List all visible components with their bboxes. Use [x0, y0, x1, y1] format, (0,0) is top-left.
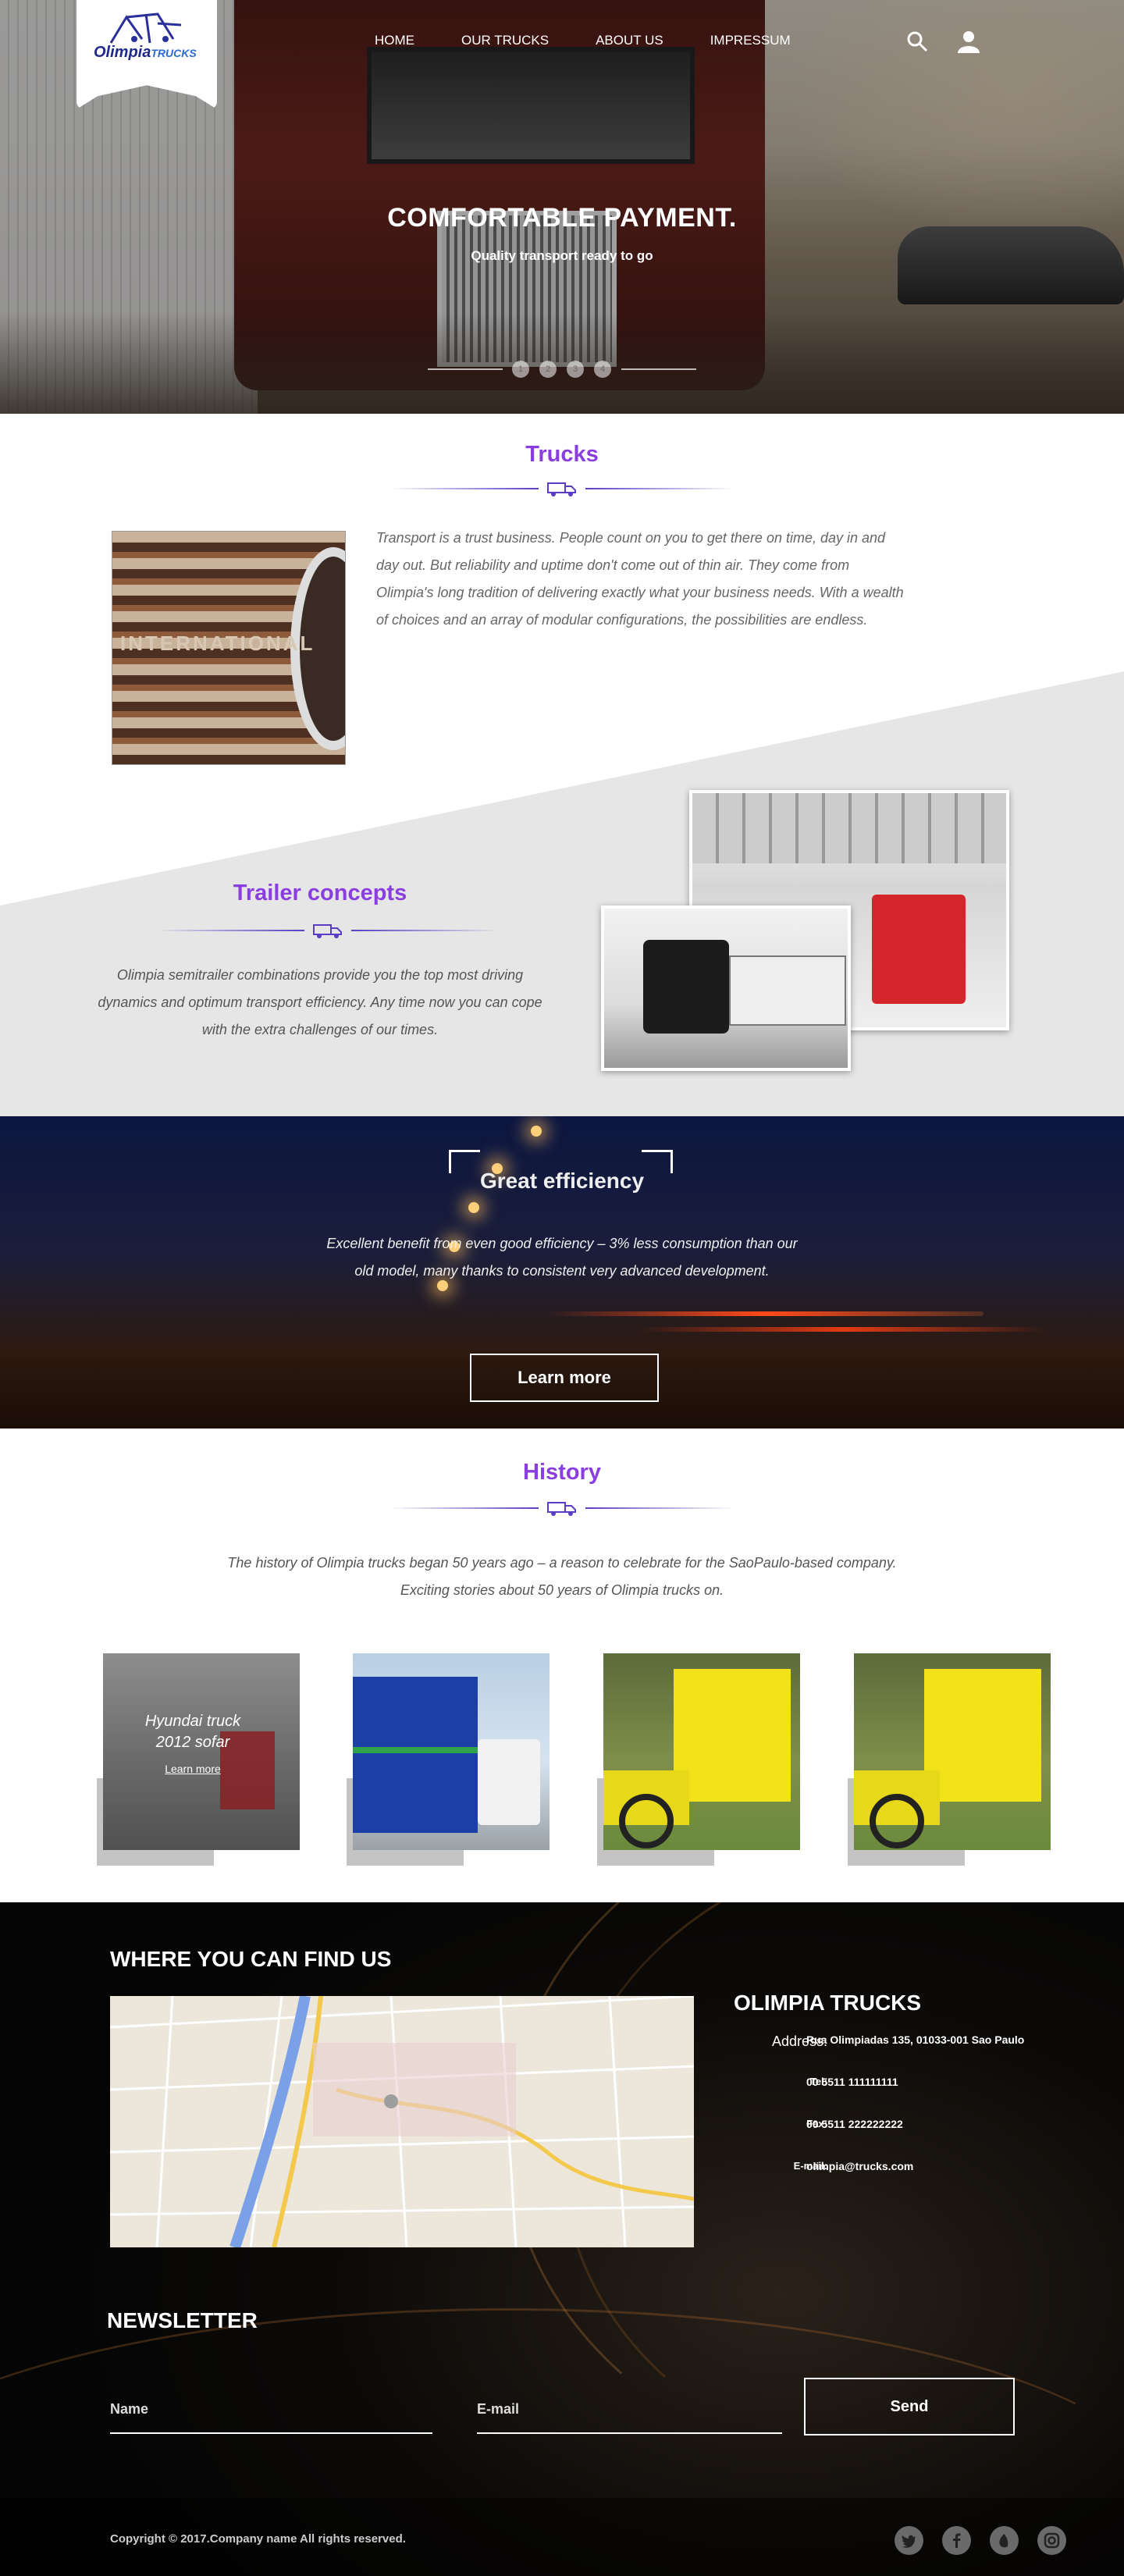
location-map[interactable]: [110, 1996, 694, 2247]
history-title: History: [523, 1460, 601, 1485]
grill-badge: INTERNATIONAL: [120, 632, 315, 655]
history-divider: [390, 1499, 734, 1517]
trucks-title: Trucks: [525, 442, 599, 467]
trailer-title: Trailer concepts: [233, 881, 407, 906]
hero-subtitle: Quality transport ready to go: [471, 248, 653, 263]
social-links: [895, 2526, 1066, 2555]
blue-trailer: [353, 1677, 478, 1833]
user-icon[interactable]: [957, 30, 980, 53]
divider-line-left: [156, 930, 304, 931]
slider-dot-4[interactable]: 4: [594, 361, 611, 378]
email-input[interactable]: [477, 2386, 782, 2432]
nav-home[interactable]: HOME: [375, 33, 414, 48]
black-truck-photo: [601, 906, 851, 1071]
light-streak: [640, 1327, 1046, 1332]
history-description: The history of Olimpia trucks began 50 y…: [0, 1550, 1124, 1604]
slider-pagination: 1 2 3 4: [428, 361, 696, 378]
street-lamp: [468, 1202, 479, 1213]
slider-dot-1[interactable]: 1: [512, 361, 529, 378]
history-card-image: [603, 1653, 800, 1850]
truck-icon: [547, 1502, 576, 1516]
company-title: OLIMPIA TRUCKS: [734, 1991, 922, 2015]
trucks-divider: [390, 479, 734, 498]
history-card-4[interactable]: [848, 1653, 1051, 1866]
dribbble-icon[interactable]: [990, 2526, 1019, 2555]
history-text-line-1: The history of Olimpia trucks began 50 y…: [227, 1555, 897, 1571]
divider-line-right: [585, 1507, 734, 1509]
slider-dot-3[interactable]: 3: [567, 361, 584, 378]
instagram-icon[interactable]: [1037, 2526, 1066, 2555]
trailer-description: Olimpia semitrailer combinations provide…: [98, 967, 542, 1037]
newsletter-email-field: [477, 2386, 782, 2434]
trailer-divider: [156, 921, 500, 940]
nav-impressum[interactable]: IMPRESSUM: [710, 33, 791, 48]
pagination-line-right: [621, 368, 696, 370]
address-row: Address: Rua Olimpiadas 135, 01033-001 S…: [734, 2033, 1062, 2076]
green-stripe: [353, 1747, 478, 1753]
grill-photo: INTERNATIONAL: [112, 531, 346, 765]
card-caption-line-1: Hyundai truck: [144, 1713, 241, 1730]
slider-dot-2[interactable]: 2: [539, 361, 557, 378]
divider-line-left: [390, 488, 539, 489]
divider-line-right: [351, 930, 500, 931]
light-streak: [546, 1311, 984, 1316]
learn-more-button[interactable]: Learn more: [470, 1354, 659, 1402]
send-button[interactable]: Send: [804, 2378, 1015, 2435]
red-truck: [872, 895, 966, 1004]
divider-line-right: [585, 488, 734, 489]
white-cab: [478, 1739, 540, 1825]
tel-value: 00 5511 111111111: [806, 2076, 898, 2088]
truck-icon: [313, 924, 342, 938]
nav-icons: [905, 30, 980, 53]
contact-info: Address: Rua Olimpiadas 135, 01033-001 S…: [734, 2033, 1062, 2202]
tel-row: Tel: 00 5511 111111111: [734, 2076, 1062, 2118]
divider-line-left: [390, 1507, 539, 1509]
yellow-truck: [924, 1669, 1041, 1802]
logo-brand-sub: TRUCKS: [151, 47, 197, 59]
history-card-image: [854, 1653, 1051, 1850]
history-card-3[interactable]: [597, 1653, 800, 1866]
history-card-image: [353, 1653, 550, 1850]
history-text-line-2: Exciting stories about 50 years of Olimp…: [400, 1582, 724, 1598]
logo-brand-name: Olimpia: [94, 44, 151, 61]
history-card-2[interactable]: [347, 1653, 550, 1866]
truck-icon: [547, 482, 576, 496]
history-card-learn-more-link[interactable]: Learn more: [103, 1763, 283, 1775]
card-caption-line-2: 2012 sofar: [155, 1734, 230, 1751]
history-card-caption: Hyundai truck 2012 sofar: [103, 1711, 283, 1753]
newsletter-name-field: [110, 2386, 432, 2434]
facebook-icon[interactable]: [942, 2526, 971, 2555]
yellow-truck: [674, 1669, 791, 1802]
copyright-text: Copyright © 2017.Company name All rights…: [110, 2532, 406, 2546]
email-row: E-mail: olimpia@trucks.com: [734, 2160, 1062, 2202]
fax-row: Fax: 00 5511 222222222: [734, 2118, 1062, 2160]
hero-title: COMFORTABLE PAYMENT.: [387, 203, 737, 233]
efficiency-description: Excellent benefit from even good efficie…: [326, 1236, 798, 1279]
name-input[interactable]: [110, 2386, 432, 2432]
pagination-line-left: [428, 368, 503, 370]
logo-text: OlimpiaTRUCKS: [94, 44, 197, 62]
email-value[interactable]: olimpia@trucks.com: [806, 2160, 913, 2172]
garage-roof: [692, 793, 1006, 863]
black-truck-cab: [643, 940, 729, 1034]
truck-logo-icon: [109, 12, 182, 44]
fax-value: 00 5511 222222222: [806, 2118, 903, 2130]
street-lamp: [531, 1126, 542, 1137]
map-roads: [110, 1996, 694, 2247]
black-truck-trailer: [729, 955, 846, 1026]
address-value: Rua Olimpiadas 135, 01033-001 Sao Paulo: [806, 2033, 1025, 2046]
find-us-title: WHERE YOU CAN FIND US: [110, 1947, 392, 1971]
history-card-1[interactable]: Hyundai truck 2012 sofar Learn more: [97, 1653, 300, 1866]
wheel: [870, 1794, 924, 1848]
nav-about-us[interactable]: ABOUT US: [596, 33, 663, 48]
twitter-icon[interactable]: [895, 2526, 923, 2555]
trucks-description: Transport is a trust business. People co…: [376, 530, 904, 628]
newsletter-title: NEWSLETTER: [107, 2308, 258, 2332]
search-icon[interactable]: [905, 30, 929, 53]
efficiency-title: Great efficiency: [479, 1169, 645, 1193]
wheel: [619, 1794, 674, 1848]
main-nav: HOME OUR TRUCKS ABOUT US IMPRESSUM: [375, 33, 838, 48]
nav-our-trucks[interactable]: OUR TRUCKS: [461, 33, 549, 48]
